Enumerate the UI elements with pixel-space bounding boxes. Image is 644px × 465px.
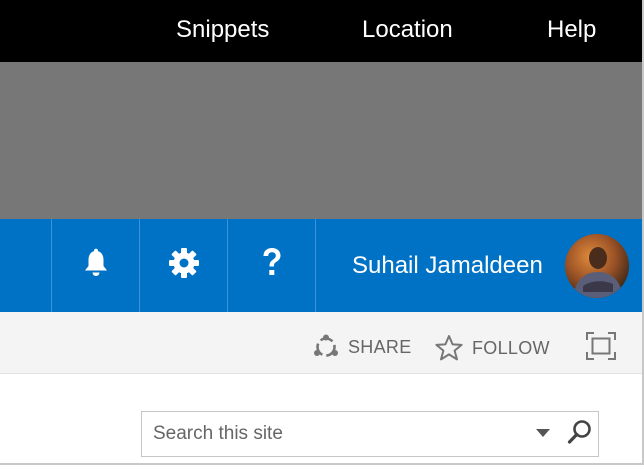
focus-on-content-button[interactable] <box>585 331 617 361</box>
share-icon <box>312 334 340 360</box>
page-frame: Snippets Location Help Suhail Jamaldeen … <box>0 0 644 465</box>
help-button[interactable] <box>227 219 315 312</box>
header-banner-area <box>0 62 642 219</box>
bell-icon <box>82 248 110 283</box>
user-menu[interactable]: Suhail Jamaldeen <box>315 219 642 312</box>
question-mark-icon <box>260 246 284 285</box>
site-search-box <box>141 411 599 457</box>
user-name: Suhail Jamaldeen <box>352 252 543 279</box>
magnifier-icon <box>567 419 593 450</box>
nav-item-help[interactable]: Help <box>547 14 596 46</box>
top-navigation-bar: Snippets Location Help <box>0 0 642 62</box>
search-scope-dropdown[interactable] <box>532 424 554 444</box>
search-input[interactable] <box>142 412 522 456</box>
gear-icon <box>168 247 200 284</box>
star-icon <box>434 334 464 362</box>
search-button[interactable] <box>566 419 594 450</box>
avatar[interactable] <box>565 234 629 298</box>
follow-button[interactable]: FOLLOW <box>434 334 550 362</box>
suite-bar: Suhail Jamaldeen <box>0 219 642 312</box>
caret-down-icon <box>535 425 551 443</box>
nav-item-location[interactable]: Location <box>362 14 453 46</box>
nav-item-snippets[interactable]: Snippets <box>176 14 269 46</box>
share-button[interactable]: SHARE <box>312 334 412 360</box>
page-action-bar: SHARE FOLLOW <box>0 312 642 374</box>
notifications-button[interactable] <box>51 219 139 312</box>
follow-label: FOLLOW <box>472 337 550 358</box>
share-label: SHARE <box>348 336 412 357</box>
settings-button[interactable] <box>139 219 227 312</box>
focus-on-content-icon <box>585 332 617 365</box>
